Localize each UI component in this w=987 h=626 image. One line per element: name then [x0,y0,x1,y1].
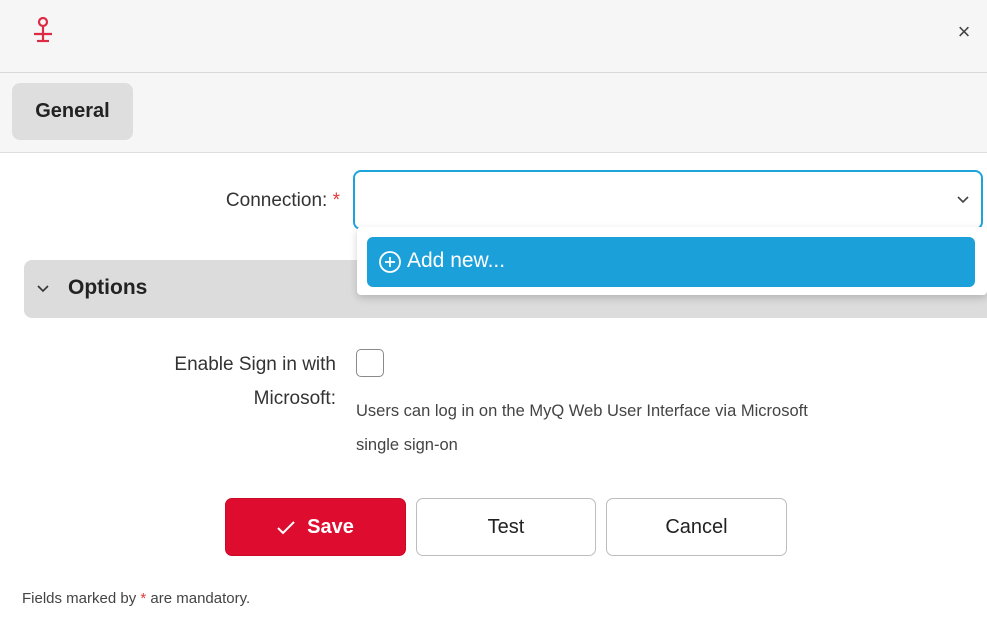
connection-label: Connection: * [100,186,340,216]
required-mark: * [332,190,340,211]
myq-connector-icon [34,16,52,43]
test-button-label: Test [487,516,525,538]
close-icon: × [957,19,971,44]
save-button[interactable]: Save [225,498,406,556]
footnote-suffix: are mandatory. [146,590,251,607]
footnote-prefix: Fields marked by [22,590,141,607]
sso-help-line1: Users can log in on the MyQ Web User Int… [356,402,808,420]
connection-select[interactable] [353,170,983,230]
mandatory-footnote: Fields marked by * are mandatory. [22,590,250,607]
sso-label-line2: Microsoft: [253,388,336,409]
tab-bar: General [0,73,987,153]
add-new-label: Add new... [407,249,506,272]
chevron-down-icon [957,196,969,204]
check-icon [277,521,295,535]
enable-sso-checkbox[interactable] [356,349,384,377]
save-button-label: Save [307,516,354,538]
sso-help-line2: single sign-on [356,436,458,454]
connection-label-text: Connection: [225,190,328,211]
options-title: Options [68,276,148,299]
close-button[interactable]: × [950,18,978,46]
sso-label: Enable Sign in with Microsoft: [80,348,336,416]
sso-help-text: Users can log in on the MyQ Web User Int… [356,394,981,462]
tab-general[interactable]: General [12,83,133,140]
plus-circle-icon [379,251,401,273]
cancel-button[interactable]: Cancel [606,498,787,556]
add-new-option[interactable]: Add new... [367,237,975,287]
connection-dropdown-menu: Add new... [357,227,987,295]
title-bar: × [0,0,987,73]
test-button[interactable]: Test [416,498,596,556]
sso-label-line1: Enable Sign in with [174,354,336,375]
chevron-down-icon [37,285,49,293]
cancel-button-label: Cancel [665,516,728,538]
